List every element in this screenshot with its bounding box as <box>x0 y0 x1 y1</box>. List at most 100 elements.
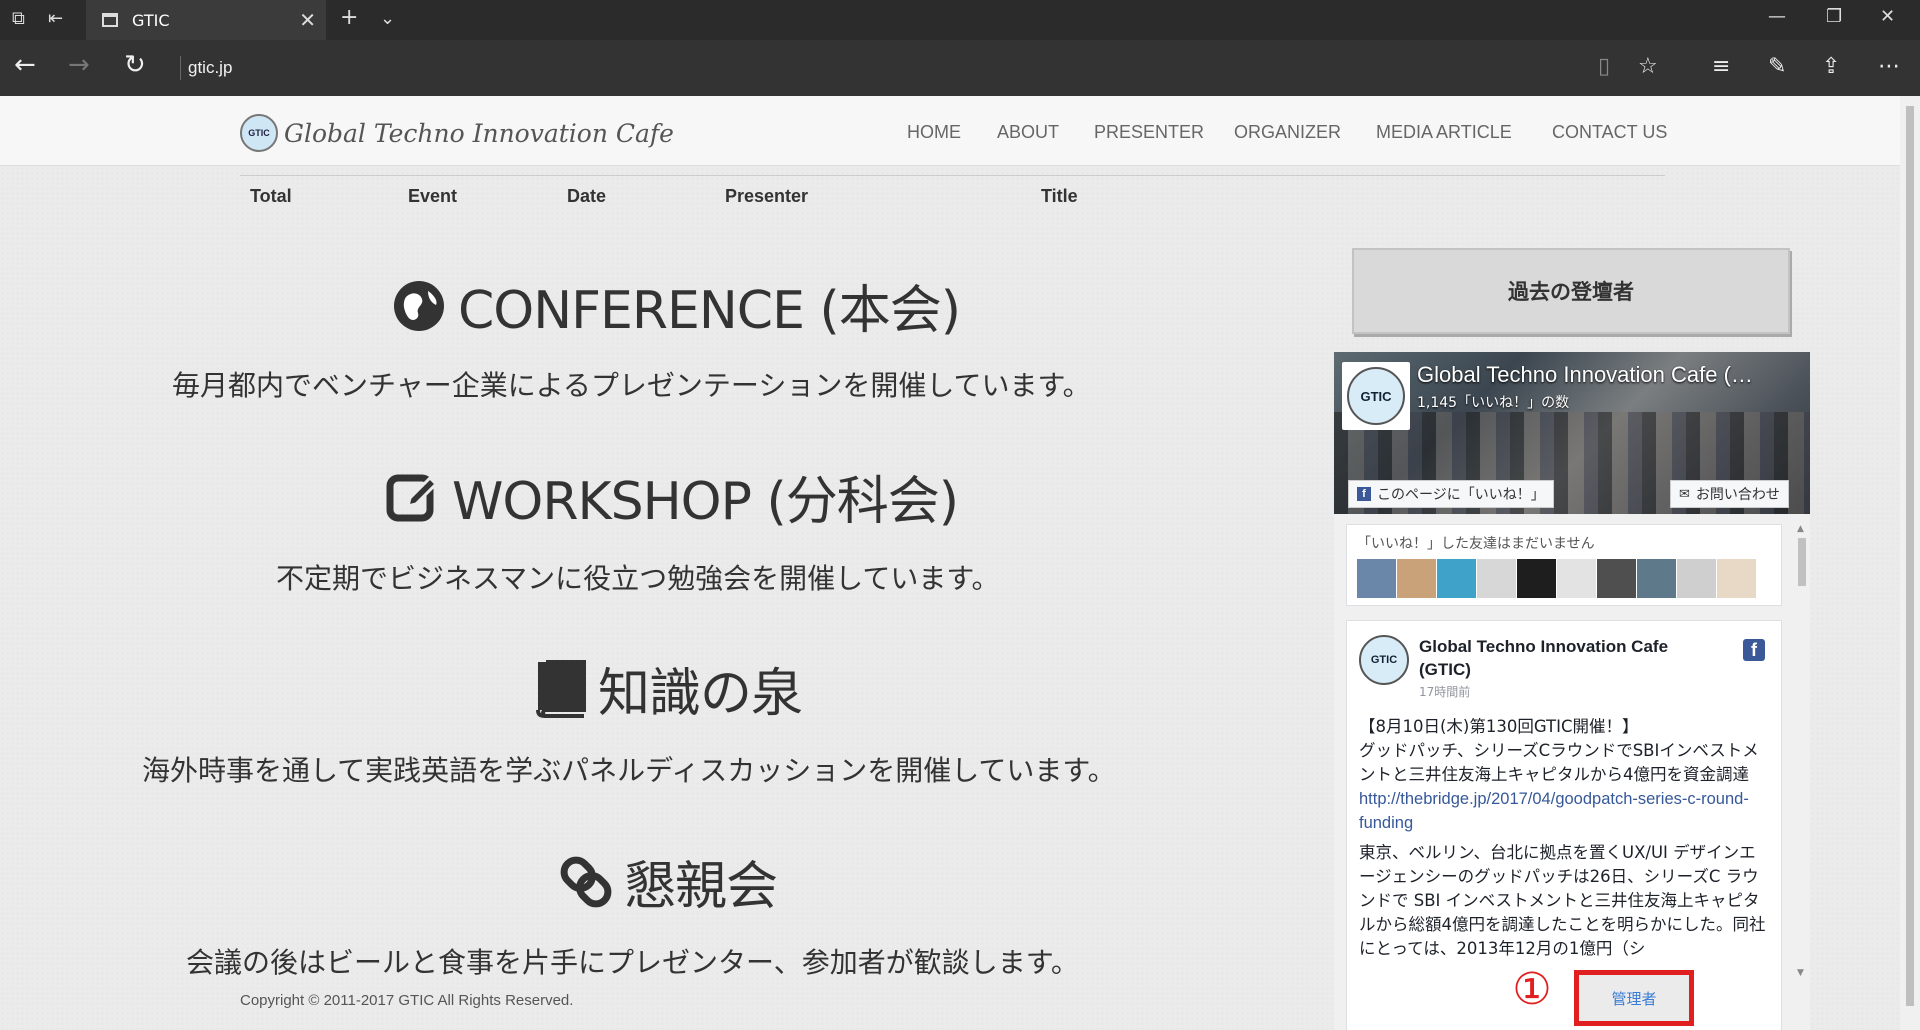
site-logo[interactable]: GTIC Global Techno Innovation Cafe <box>240 114 674 152</box>
conference-description: 毎月都内でベンチャー企業によるプレゼンテーションを開催しています。 <box>172 369 1091 402</box>
page-content: GTIC Global Techno Innovation Cafe HOME … <box>0 96 1920 1030</box>
callout-number: ① <box>1512 963 1552 1015</box>
knowledge-heading: 知識の泉 <box>536 651 803 726</box>
table-top-divider <box>240 175 1665 176</box>
facebook-like-count: 1,145「いいね！」の数 <box>1417 395 1570 411</box>
social-title: 懇親会 <box>624 857 778 917</box>
column-header-event: Event <box>408 186 458 206</box>
facebook-message-button[interactable]: ✉ お問い合わせ <box>1670 480 1789 508</box>
page-scrollbar-thumb[interactable] <box>1906 106 1914 1006</box>
reading-view-icon[interactable]: ▯ <box>1598 54 1610 79</box>
post-timestamp[interactable]: 17時間前 <box>1419 683 1470 700</box>
url-field[interactable]: gtic.jp <box>188 58 232 78</box>
fan-avatar[interactable] <box>1717 559 1756 598</box>
scroll-down-icon[interactable]: ▼ <box>1797 968 1804 978</box>
post-line: 【8月10日(木)第130回GTIC開催！】 <box>1359 717 1639 736</box>
tab-preview-icon[interactable]: ⧉ <box>12 8 25 29</box>
refresh-icon[interactable]: ↻ <box>124 50 146 80</box>
hub-icon[interactable]: ≡ <box>1712 54 1730 79</box>
tab-gtic[interactable]: GTIC ✕ <box>86 0 326 40</box>
address-bar: ← → ↻ gtic.jp ▯ ☆ ≡ ✎ ⇪ ⋯ <box>0 40 1920 96</box>
column-header-presenter: Presenter <box>725 186 809 206</box>
logo-text: Global Techno Innovation Cafe <box>284 118 674 148</box>
minimize-icon[interactable]: — <box>1768 6 1786 27</box>
past-presenters-button[interactable]: 過去の登壇者 <box>1352 248 1790 334</box>
column-header-title: Title <box>1041 186 1078 206</box>
nav-organizer[interactable]: ORGANIZER <box>1234 122 1341 143</box>
post-line: グッドパッチ、シリーズCラウンドでSBIインベストメントと三井住友海上キャピタル… <box>1359 741 1759 784</box>
close-tab-icon[interactable]: ✕ <box>299 8 316 32</box>
separator <box>180 56 181 80</box>
fan-avatar[interactable] <box>1557 559 1596 598</box>
back-icon[interactable]: ← <box>14 50 36 80</box>
new-tab-icon[interactable]: + <box>340 5 358 30</box>
web-note-icon[interactable]: ✎ <box>1768 54 1786 79</box>
knowledge-title: 知識の泉 <box>598 664 803 724</box>
fan-avatar[interactable] <box>1477 559 1516 598</box>
post-author-name[interactable]: Global Techno Innovation Cafe (GTIC) <box>1419 635 1719 681</box>
facebook-logo-icon[interactable]: f <box>1743 639 1765 661</box>
post-link[interactable]: http://thebridge.jp/2017/04/goodpatch-se… <box>1359 787 1769 835</box>
facebook-page-plugin: GTIC Global Techno Innovation Cafe (… 1,… <box>1334 352 1810 1030</box>
scrollbar-thumb[interactable] <box>1798 538 1806 586</box>
edit-icon <box>386 474 439 521</box>
browser-tab-bar: ⧉ ⇤ GTIC ✕ + ⌄ — ❐ ✕ <box>0 0 1920 40</box>
facebook-like-page-button[interactable]: f このページに「いいね！」 <box>1348 480 1554 508</box>
fan-avatar[interactable] <box>1357 559 1396 598</box>
facebook-f-icon: f <box>1357 487 1371 501</box>
social-heading: 懇親会 <box>560 844 778 919</box>
post-line: 東京、ベルリン、台北に拠点を置くUX/UI デザインエージェンシーのグッドパッチ… <box>1359 843 1766 958</box>
copyright: Copyright © 2011-2017 GTIC All Rights Re… <box>240 992 574 1009</box>
post-body: 【8月10日(木)第130回GTIC開催！】 グッドパッチ、シリーズCラウンドで… <box>1359 715 1769 961</box>
set-aside-tabs-icon[interactable]: ⇤ <box>48 8 63 29</box>
share-icon[interactable]: ⇪ <box>1822 54 1840 79</box>
chevron-down-icon[interactable]: ⌄ <box>380 8 395 29</box>
fan-avatar[interactable] <box>1437 559 1476 598</box>
fan-avatar[interactable] <box>1517 559 1556 598</box>
more-icon[interactable]: ⋯ <box>1878 54 1900 79</box>
facebook-page-avatar[interactable]: GTIC <box>1342 362 1410 430</box>
like-page-label: このページに「いいね！」 <box>1377 487 1545 503</box>
scroll-up-icon[interactable]: ▲ <box>1797 524 1804 534</box>
forward-icon[interactable]: → <box>68 50 90 80</box>
conference-heading: CONFERENCE (本会) <box>392 268 961 343</box>
page-favicon-icon <box>102 13 118 27</box>
facebook-scrollbar[interactable]: ▲ ▼ <box>1794 524 1810 978</box>
fan-avatar[interactable] <box>1397 559 1436 598</box>
fan-thumbnails <box>1357 559 1757 598</box>
tab-title: GTIC <box>132 10 170 30</box>
knowledge-description: 海外時事を通して実践英語を学ぶパネルディスカッションを開催しています。 <box>142 754 1116 787</box>
close-window-icon[interactable]: ✕ <box>1880 6 1895 27</box>
friends-label: 「いいね！」した友達はまだいません <box>1357 536 1595 552</box>
fan-avatar[interactable] <box>1597 559 1636 598</box>
book-icon <box>536 659 586 718</box>
column-header-date: Date <box>567 186 607 206</box>
admin-highlight-box: 管理者 <box>1574 970 1694 1026</box>
page-scrollbar[interactable] <box>1900 96 1920 1030</box>
nav-presenter[interactable]: PRESENTER <box>1094 122 1204 143</box>
favorite-star-icon[interactable]: ☆ <box>1638 54 1658 79</box>
nav-media-article[interactable]: MEDIA ARTICLE <box>1376 122 1512 143</box>
fan-avatar[interactable] <box>1677 559 1716 598</box>
workshop-description: 不定期でビジネスマンに役立つ勉強会を開催しています。 <box>276 562 1000 595</box>
nav-about[interactable]: ABOUT <box>997 122 1059 143</box>
nav-home[interactable]: HOME <box>907 122 961 143</box>
restore-icon[interactable]: ❐ <box>1826 6 1842 27</box>
logo-seal: GTIC <box>240 114 278 152</box>
nav-contact-us[interactable]: CONTACT US <box>1552 122 1667 143</box>
admin-link[interactable]: 管理者 <box>1611 988 1656 1009</box>
link-icon <box>560 856 612 907</box>
social-description: 会議の後はビールと食事を片手にプレゼンター、参加者が歓談します。 <box>186 946 1079 979</box>
workshop-heading: WORKSHOP (分科会) <box>386 459 959 534</box>
avatar-seal: GTIC <box>1347 367 1405 425</box>
column-header-total: Total <box>250 186 292 206</box>
facebook-friends-box: 「いいね！」した友達はまだいません <box>1346 524 1782 606</box>
post-author-avatar[interactable]: GTIC <box>1359 635 1409 685</box>
facebook-cover-photo[interactable]: GTIC Global Techno Innovation Cafe (… 1,… <box>1334 352 1810 514</box>
globe-icon <box>394 280 444 331</box>
facebook-page-name[interactable]: Global Techno Innovation Cafe (… <box>1417 362 1802 388</box>
site-header: GTIC Global Techno Innovation Cafe HOME … <box>0 96 1900 166</box>
fan-avatar[interactable] <box>1637 559 1676 598</box>
conference-title: CONFERENCE (本会) <box>458 281 961 341</box>
facebook-post: GTIC Global Techno Innovation Cafe (GTIC… <box>1346 620 1782 1030</box>
